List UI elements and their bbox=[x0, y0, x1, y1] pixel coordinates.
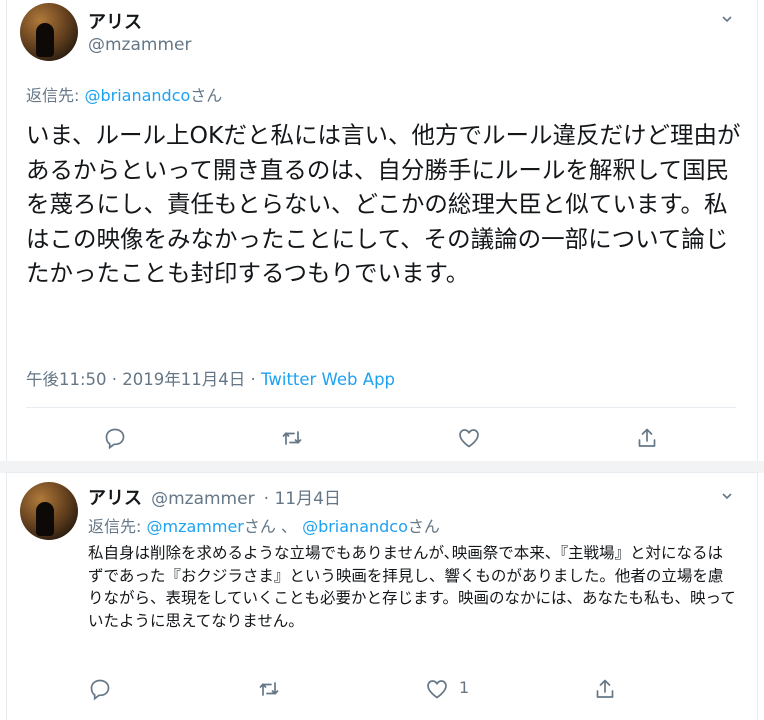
mention-link[interactable]: @mzammer bbox=[146, 517, 243, 536]
avatar[interactable] bbox=[20, 3, 78, 61]
heart-icon[interactable] bbox=[457, 426, 481, 450]
reply-icon[interactable] bbox=[103, 426, 127, 450]
tweet-date[interactable]: · 11月4日 bbox=[264, 489, 341, 509]
source-link[interactable]: Twitter Web App bbox=[261, 370, 395, 389]
tweet-meta: 午後11:50 · 2019年11月4日 · Twitter Web App bbox=[26, 366, 395, 390]
display-name[interactable]: アリス bbox=[88, 488, 142, 509]
timeline-right-border bbox=[757, 0, 758, 720]
reply-icon[interactable] bbox=[88, 677, 112, 701]
timestamp[interactable]: 午後11:50 · 2019年11月4日 · bbox=[26, 370, 261, 389]
reply-context: 返信先: @brianandcoさん bbox=[26, 86, 223, 105]
chevron-down-icon[interactable] bbox=[722, 491, 732, 501]
user-handle[interactable]: @mzammer bbox=[151, 489, 254, 509]
reply-context: 返信先: @mzammerさん 、 @brianandcoさん bbox=[88, 517, 440, 536]
share-icon[interactable] bbox=[593, 677, 617, 701]
mention-link[interactable]: @brianandco bbox=[302, 517, 408, 536]
heart-icon[interactable] bbox=[425, 677, 449, 701]
reply-header: アリス @mzammer · 11月4日 bbox=[88, 484, 341, 510]
tweet-text: いま、ルール上OKだと私には言い、他方でルール違反だけど理由があるからといって開… bbox=[26, 121, 741, 287]
retweet-icon[interactable] bbox=[280, 426, 304, 450]
like-count: 1 bbox=[459, 678, 470, 697]
display-name[interactable]: アリス bbox=[88, 8, 142, 34]
retweet-icon[interactable] bbox=[257, 677, 281, 701]
tweet-text: 私自身は削除を求めるような立場でもありませんが､映画祭で本来、『主戦場』と対にな… bbox=[88, 544, 736, 630]
divider bbox=[26, 407, 736, 408]
share-icon[interactable] bbox=[635, 426, 659, 450]
mention-link[interactable]: @brianandco bbox=[84, 86, 190, 105]
divider bbox=[6, 472, 758, 473]
chevron-down-icon[interactable] bbox=[722, 14, 732, 24]
user-handle[interactable]: @mzammer bbox=[88, 35, 191, 55]
avatar[interactable] bbox=[20, 482, 78, 540]
timeline-left-border bbox=[6, 0, 7, 720]
